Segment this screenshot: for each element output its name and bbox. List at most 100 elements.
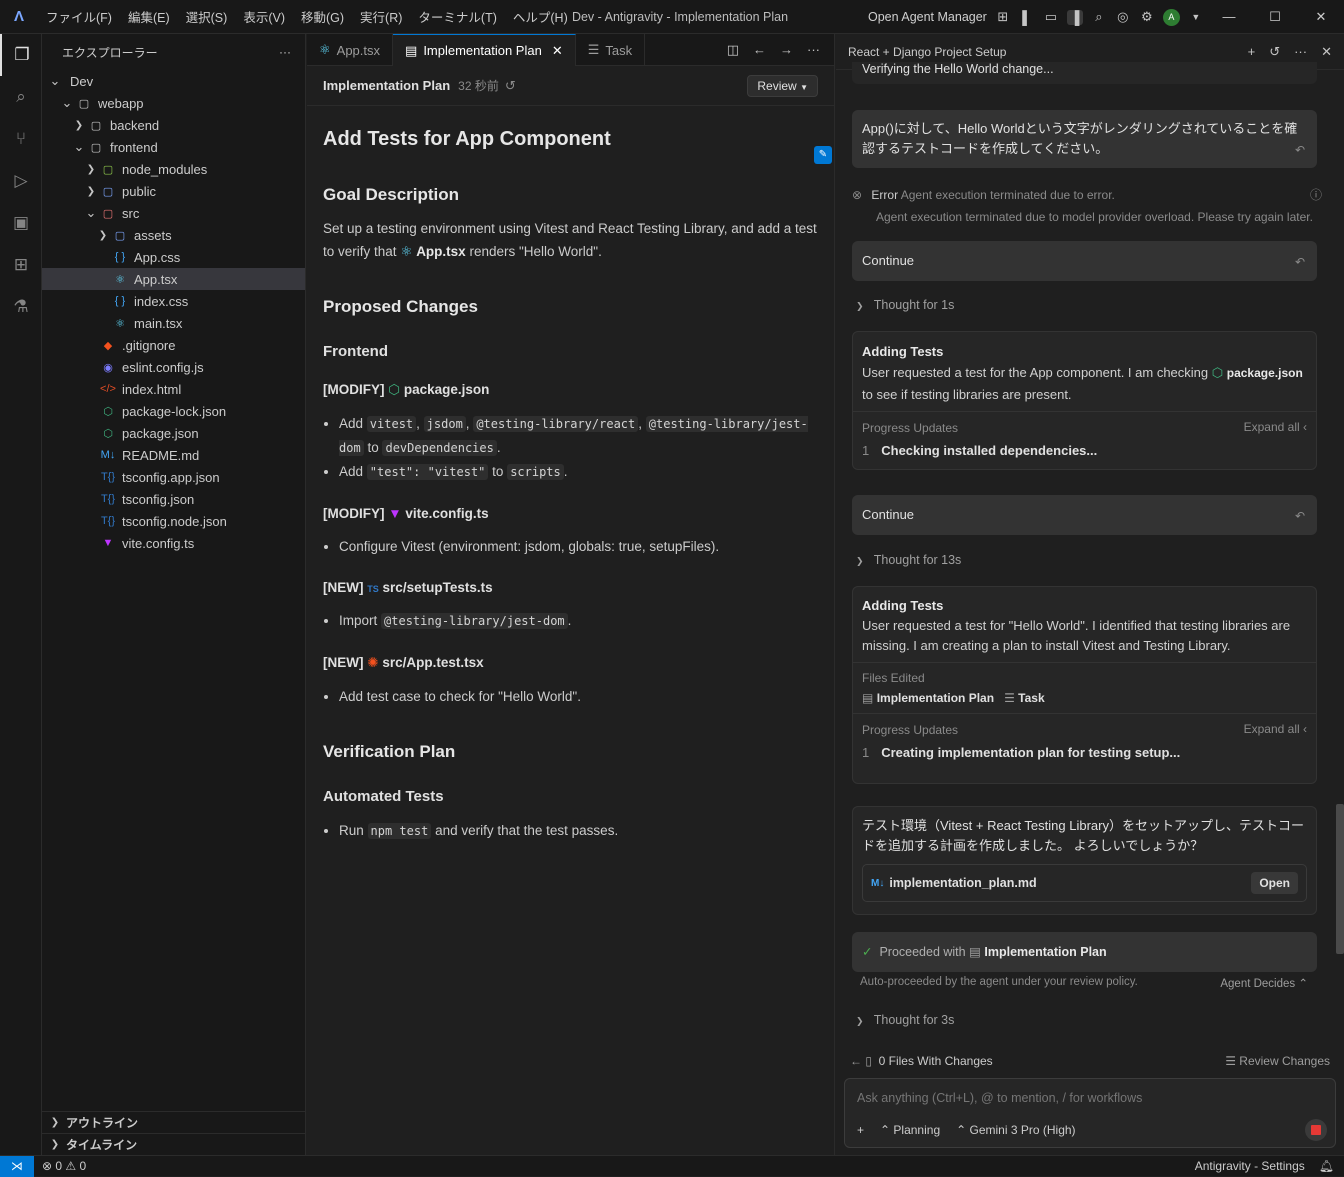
- extensions-icon[interactable]: ⊞: [0, 244, 42, 286]
- search-activity-icon[interactable]: ⌕: [0, 76, 42, 118]
- close-icon[interactable]: ✕: [1321, 44, 1332, 60]
- menu-item[interactable]: 実行(R): [352, 7, 410, 26]
- tree-item[interactable]: ❯ ▢ assets: [42, 224, 305, 246]
- tree-item[interactable]: ⌄ ▢ webapp: [42, 92, 305, 114]
- close-window-button[interactable]: ✕: [1298, 0, 1344, 34]
- close-tab-icon[interactable]: ✕: [552, 43, 563, 59]
- menu-item[interactable]: 編集(E): [120, 7, 178, 26]
- thought-toggle-2[interactable]: ❯ Thought for 13s: [856, 553, 961, 567]
- tree-item[interactable]: { } App.css: [42, 246, 305, 268]
- mode-dropdown[interactable]: ⌃ Planning: [880, 1123, 940, 1137]
- tab-app-tsx[interactable]: ⚛ App.tsx: [307, 34, 394, 66]
- thought-toggle-1[interactable]: ❯ Thought for 1s: [856, 298, 954, 312]
- model-dropdown[interactable]: ⌃ Gemini 3 Pro (High): [956, 1123, 1075, 1137]
- menu-item[interactable]: ターミナル(T): [410, 7, 504, 26]
- bell-icon[interactable]: 🔔︎: [1319, 1159, 1334, 1173]
- history-icon[interactable]: ↺: [505, 78, 516, 94]
- outline-section[interactable]: ❯ アウトライン: [42, 1111, 306, 1133]
- search-icon[interactable]: ⌕: [1091, 9, 1107, 25]
- plan-file-card[interactable]: M↓ implementation_plan.md Open: [862, 864, 1307, 902]
- menu-item[interactable]: ファイル(F): [38, 7, 120, 26]
- source-control-icon[interactable]: ⑂: [0, 118, 42, 160]
- more-actions-icon[interactable]: ···: [279, 45, 291, 59]
- info-icon[interactable]: ⓘ: [1310, 184, 1322, 206]
- comment-icon[interactable]: ✎: [814, 146, 832, 164]
- tree-item[interactable]: ◆ .gitignore: [42, 334, 305, 356]
- tree-item[interactable]: ⌄ ▢ frontend: [42, 136, 305, 158]
- layout-grid-icon[interactable]: ⊞: [995, 9, 1011, 25]
- tree-item[interactable]: T{} tsconfig.app.json: [42, 466, 305, 488]
- file-link[interactable]: src/App.test.tsx: [382, 655, 483, 670]
- file-link[interactable]: package.json: [404, 382, 490, 397]
- file-link[interactable]: package.json: [1227, 366, 1303, 380]
- user-message[interactable]: App()に対して、Hello Worldという文字がレンダリングされていること…: [852, 110, 1317, 168]
- review-changes-button[interactable]: ☰ Review Changes: [1225, 1054, 1330, 1068]
- agent-decides-dropdown[interactable]: Agent Decides ⌃: [1220, 976, 1308, 990]
- tree-item[interactable]: T{} tsconfig.node.json: [42, 510, 305, 532]
- gear-icon[interactable]: ⚙: [1139, 9, 1155, 25]
- chrome-icon[interactable]: ◎: [1115, 9, 1131, 25]
- tree-item[interactable]: ⌄ Dev: [42, 70, 305, 92]
- continue-message-2[interactable]: Continue ↶: [852, 495, 1317, 535]
- tree-item[interactable]: ❯ ▢ public: [42, 180, 305, 202]
- thought-toggle-3[interactable]: ❯ Thought for 3s: [856, 1013, 954, 1027]
- tree-item[interactable]: T{} tsconfig.json: [42, 488, 305, 510]
- add-context-icon[interactable]: +: [857, 1123, 864, 1137]
- history-icon[interactable]: ↺: [1269, 44, 1280, 60]
- review-button[interactable]: Review ▼: [747, 74, 818, 97]
- file-link[interactable]: App.tsx: [416, 244, 466, 259]
- settings-status[interactable]: Antigravity - Settings: [1195, 1159, 1305, 1173]
- explorer-files-icon[interactable]: ❐: [0, 34, 42, 76]
- menu-item[interactable]: 表示(V): [235, 7, 293, 26]
- tree-item[interactable]: ⬡ package.json: [42, 422, 305, 444]
- stop-button[interactable]: [1305, 1119, 1327, 1141]
- tree-item[interactable]: M↓ README.md: [42, 444, 305, 466]
- files-changes-label[interactable]: 0 Files With Changes: [879, 1054, 993, 1068]
- more-actions-icon[interactable]: ···: [1294, 44, 1307, 60]
- toggle-panel-icon[interactable]: ▭: [1043, 9, 1059, 25]
- menu-item[interactable]: 選択(S): [178, 7, 236, 26]
- plus-icon[interactable]: +: [1248, 44, 1256, 60]
- remote-explorer-icon[interactable]: ▣: [0, 202, 42, 244]
- file-chip[interactable]: ☰ Task: [1004, 691, 1045, 705]
- testing-flask-icon[interactable]: ⚗: [0, 286, 42, 328]
- tree-item[interactable]: </> index.html: [42, 378, 305, 400]
- avatar[interactable]: A: [1162, 8, 1180, 26]
- file-link[interactable]: vite.config.ts: [405, 506, 488, 521]
- tree-item[interactable]: ⚛ App.tsx: [42, 268, 305, 290]
- tree-item[interactable]: ❯ ▢ node_modules: [42, 158, 305, 180]
- problems-indicator[interactable]: ⊗ 0 ⚠ 0: [42, 1159, 86, 1173]
- more-actions-icon[interactable]: ···: [807, 42, 820, 57]
- tab-implementation-plan[interactable]: ▤ Implementation Plan ✕: [393, 34, 576, 66]
- undo-icon[interactable]: ↶: [1295, 505, 1305, 527]
- tree-item[interactable]: ⬡ package-lock.json: [42, 400, 305, 422]
- open-agent-manager-button[interactable]: Open Agent Manager: [868, 10, 987, 24]
- file-link[interactable]: src/setupTests.ts: [383, 580, 493, 595]
- file-chip[interactable]: ▤ Implementation Plan: [862, 691, 994, 705]
- maximize-button[interactable]: ☐: [1252, 0, 1298, 34]
- arrow-right-icon[interactable]: →: [780, 42, 793, 57]
- undo-icon[interactable]: ↶: [1295, 140, 1305, 160]
- chevron-down-icon[interactable]: ▼: [1188, 12, 1204, 22]
- continue-message-1[interactable]: Continue ↶: [852, 241, 1317, 281]
- undo-icon[interactable]: ↶: [1295, 251, 1305, 273]
- progress-step[interactable]: 1 Checking installed dependencies...: [862, 443, 1307, 458]
- minimize-button[interactable]: —: [1206, 0, 1252, 34]
- open-button[interactable]: Open: [1251, 872, 1298, 894]
- tree-item[interactable]: ◉ eslint.config.js: [42, 356, 305, 378]
- tree-item[interactable]: ▼ vite.config.ts: [42, 532, 305, 554]
- expand-all-button[interactable]: Expand all ‹: [1244, 722, 1307, 736]
- tree-item[interactable]: ❯ ▢ backend: [42, 114, 305, 136]
- tree-item[interactable]: ⌄ ▢ src: [42, 202, 305, 224]
- remote-icon[interactable]: ⋊: [0, 1155, 34, 1177]
- tree-item[interactable]: ⚛ main.tsx: [42, 312, 305, 334]
- expand-all-button[interactable]: Expand all ‹: [1244, 420, 1307, 434]
- arrow-left-icon[interactable]: ←: [850, 1054, 862, 1068]
- run-debug-icon[interactable]: ▷: [0, 160, 42, 202]
- toggle-secondary-sidebar-icon[interactable]: ▐: [1066, 9, 1083, 25]
- scrollbar[interactable]: [1336, 804, 1344, 954]
- tree-item[interactable]: { } index.css: [42, 290, 305, 312]
- timeline-section[interactable]: ❯ タイムライン: [42, 1133, 306, 1155]
- split-editor-icon[interactable]: ◫: [727, 42, 739, 58]
- toggle-sidebar-icon[interactable]: ▌: [1019, 10, 1035, 25]
